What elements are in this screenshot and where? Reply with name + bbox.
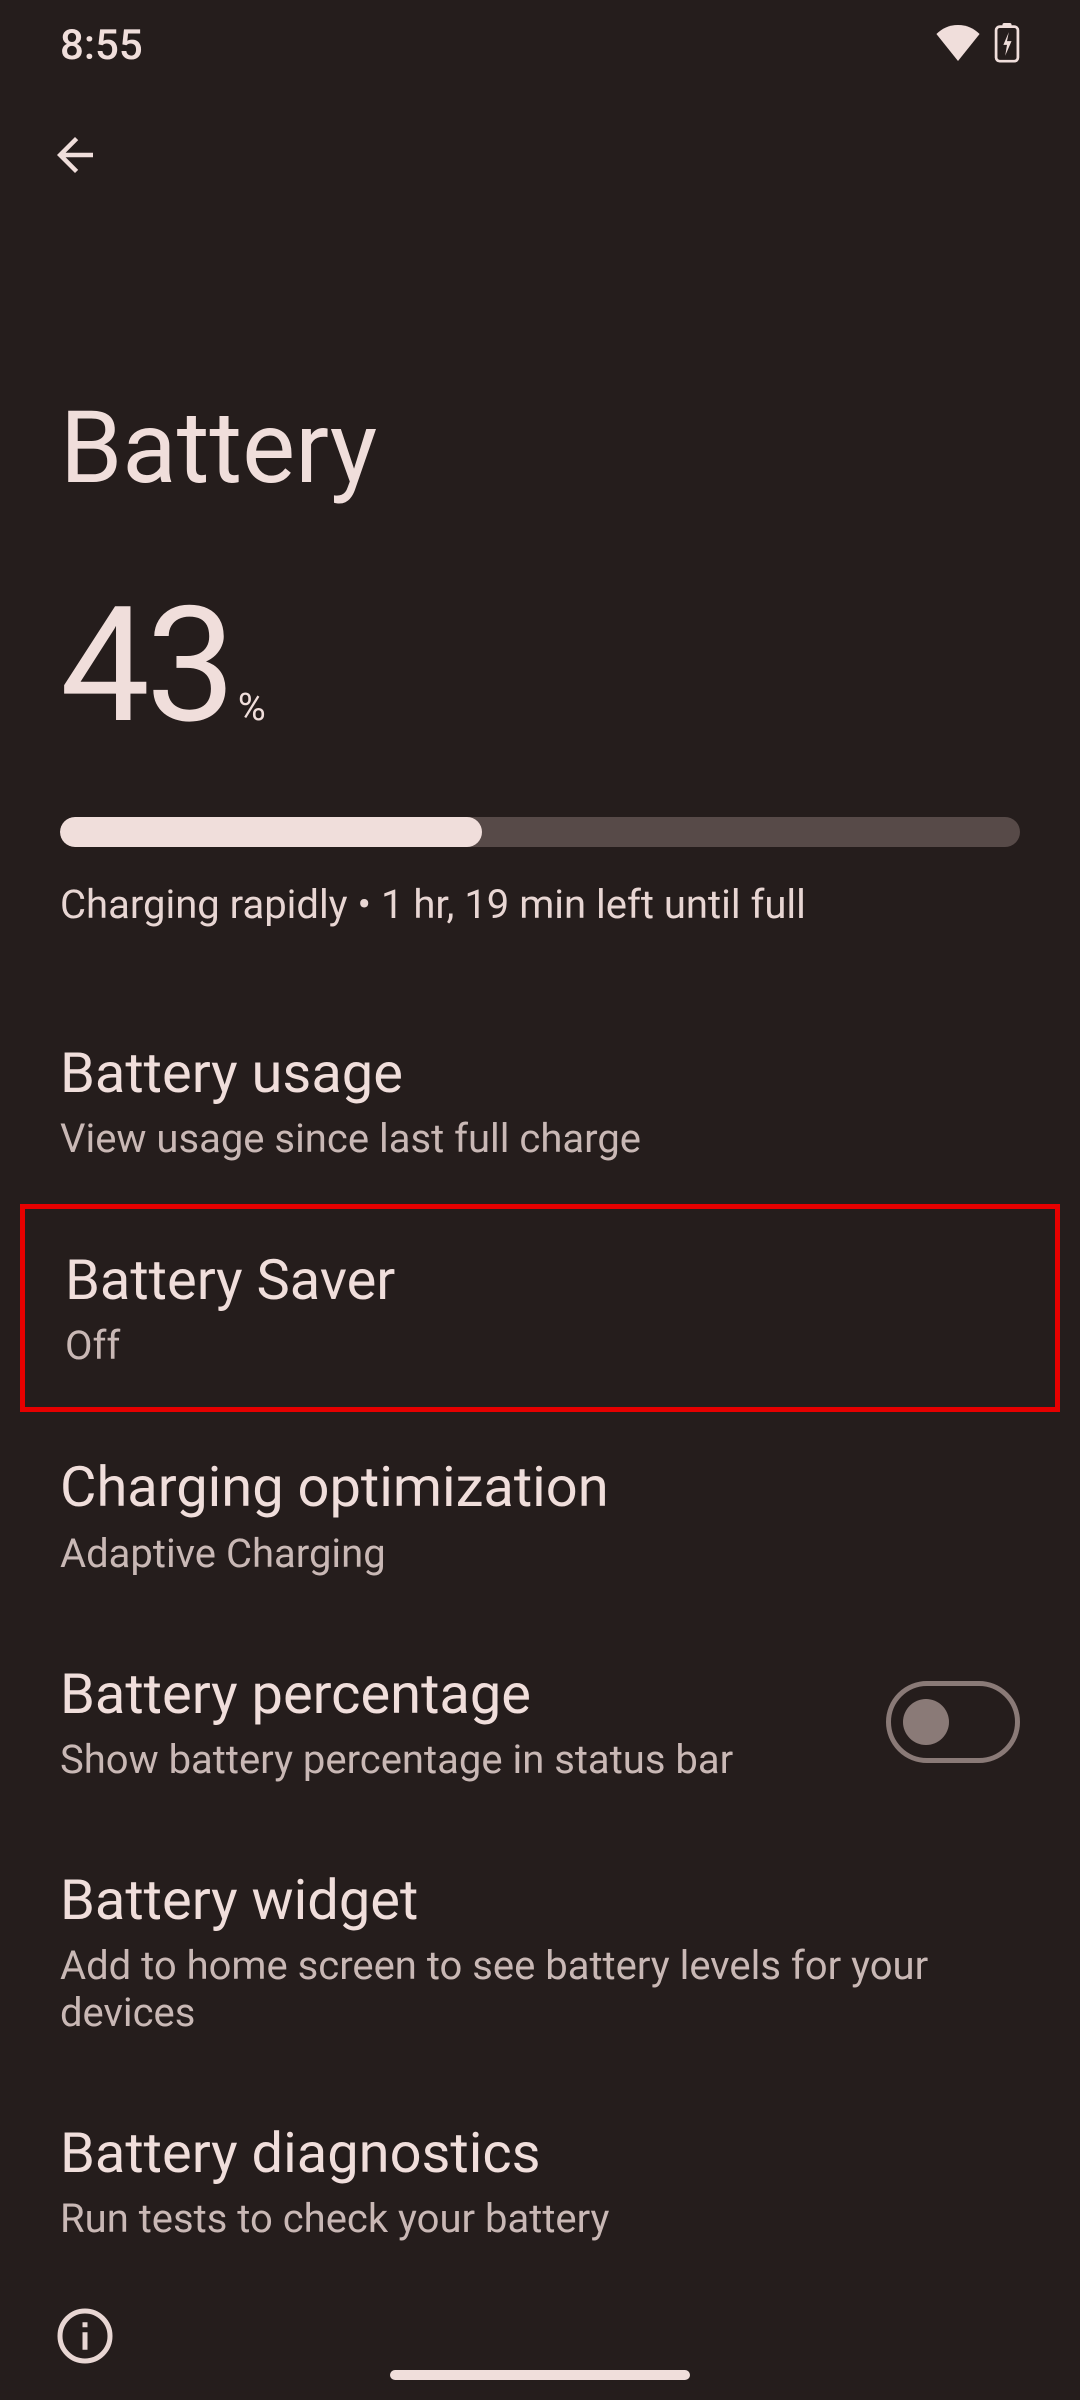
setting-text: Battery usage View usage since last full…	[60, 1040, 1020, 1162]
setting-text: Battery diagnostics Run tests to check y…	[60, 2120, 1020, 2242]
toggle-thumb	[903, 1699, 949, 1745]
setting-text: Charging optimization Adaptive Charging	[60, 1454, 1020, 1576]
info-button[interactable]	[55, 2306, 115, 2370]
battery-charging-icon	[994, 23, 1020, 67]
battery-level-value: 43	[60, 587, 232, 747]
wifi-icon	[936, 25, 980, 65]
setting-subtitle: Run tests to check your battery	[60, 2195, 1020, 2242]
app-bar	[0, 90, 1080, 190]
battery-usage-item[interactable]: Battery usage View usage since last full…	[0, 998, 1080, 1204]
setting-text: Battery widget Add to home screen to see…	[60, 1867, 1020, 2036]
setting-title: Battery widget	[60, 1867, 1020, 1934]
setting-subtitle: Off	[65, 1322, 1015, 1369]
page-title: Battery	[0, 190, 1080, 567]
status-time: 8:55	[60, 21, 143, 70]
battery-saver-item[interactable]: Battery Saver Off	[20, 1204, 1060, 1412]
battery-diagnostics-item[interactable]: Battery diagnostics Run tests to check y…	[0, 2078, 1080, 2284]
setting-text: Battery Saver Off	[65, 1247, 1015, 1369]
nav-handle[interactable]	[390, 2370, 690, 2380]
battery-level-section: 43 % Charging rapidly • 1 hr, 19 min lef…	[0, 567, 1080, 958]
arrow-left-icon	[48, 128, 102, 182]
battery-level: 43 %	[60, 587, 1020, 747]
setting-subtitle: Adaptive Charging	[60, 1530, 1020, 1577]
battery-progress-bar	[60, 817, 1020, 847]
battery-level-unit: %	[238, 686, 266, 730]
settings-list: Battery usage View usage since last full…	[0, 958, 1080, 2284]
setting-text: Battery percentage Show battery percenta…	[60, 1661, 886, 1783]
battery-progress-fill	[60, 817, 482, 847]
setting-subtitle: View usage since last full charge	[60, 1115, 1020, 1162]
setting-subtitle: Show battery percentage in status bar	[60, 1736, 886, 1783]
status-icons	[936, 23, 1020, 67]
setting-title: Battery diagnostics	[60, 2120, 1020, 2187]
setting-title: Battery usage	[60, 1040, 1020, 1107]
setting-title: Battery Saver	[65, 1247, 1015, 1314]
status-bar: 8:55	[0, 0, 1080, 90]
battery-widget-item[interactable]: Battery widget Add to home screen to see…	[0, 1825, 1080, 2078]
back-button[interactable]	[40, 120, 110, 190]
setting-title: Charging optimization	[60, 1454, 1020, 1521]
setting-subtitle: Add to home screen to see battery levels…	[60, 1942, 1020, 2036]
battery-percentage-toggle[interactable]	[886, 1681, 1020, 1763]
setting-title: Battery percentage	[60, 1661, 886, 1728]
info-icon	[55, 2306, 115, 2366]
battery-percentage-item[interactable]: Battery percentage Show battery percenta…	[0, 1619, 1080, 1825]
charging-status: Charging rapidly • 1 hr, 19 min left unt…	[60, 881, 1020, 928]
charging-optimization-item[interactable]: Charging optimization Adaptive Charging	[0, 1412, 1080, 1618]
